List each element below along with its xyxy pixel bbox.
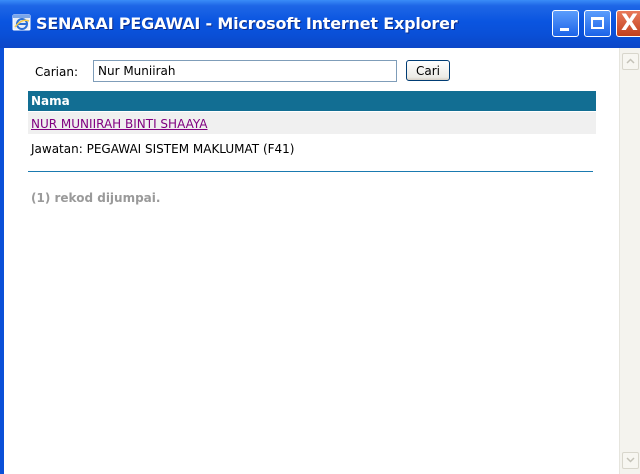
close-button[interactable]: X	[616, 10, 640, 37]
window-left-border	[0, 48, 4, 474]
scroll-down-button[interactable]	[622, 452, 639, 469]
table-header: Nama	[28, 91, 596, 111]
chevron-down-icon	[626, 456, 635, 466]
record-count: (1) rekod dijumpai.	[31, 191, 161, 205]
title-bar[interactable]: SENARAI PEGAWAI - Microsoft Internet Exp…	[0, 0, 640, 48]
search-input[interactable]	[93, 60, 397, 82]
result-name-link[interactable]: NUR MUNIIRAH BINTI SHAAYA	[31, 117, 208, 131]
result-jawatan: Jawatan: PEGAWAI SISTEM MAKLUMAT (F41)	[31, 142, 295, 156]
divider	[28, 171, 593, 172]
minimize-icon	[560, 28, 569, 31]
minimize-button[interactable]	[552, 10, 579, 37]
table-row: NUR MUNIIRAH BINTI SHAAYA	[28, 112, 596, 134]
column-header-nama: Nama	[31, 94, 70, 108]
search-button[interactable]: Cari	[406, 60, 450, 81]
chevron-up-icon	[626, 57, 635, 67]
search-label: Carian:	[35, 65, 79, 79]
maximize-icon	[591, 17, 604, 29]
browser-window: SENARAI PEGAWAI - Microsoft Internet Exp…	[0, 0, 640, 474]
window-title: SENARAI PEGAWAI - Microsoft Internet Exp…	[36, 14, 458, 33]
internet-explorer-icon	[12, 13, 32, 33]
maximize-button[interactable]	[584, 10, 611, 37]
vertical-scrollbar[interactable]	[619, 48, 640, 474]
scroll-up-button[interactable]	[622, 53, 639, 70]
close-icon: X	[621, 11, 638, 36]
